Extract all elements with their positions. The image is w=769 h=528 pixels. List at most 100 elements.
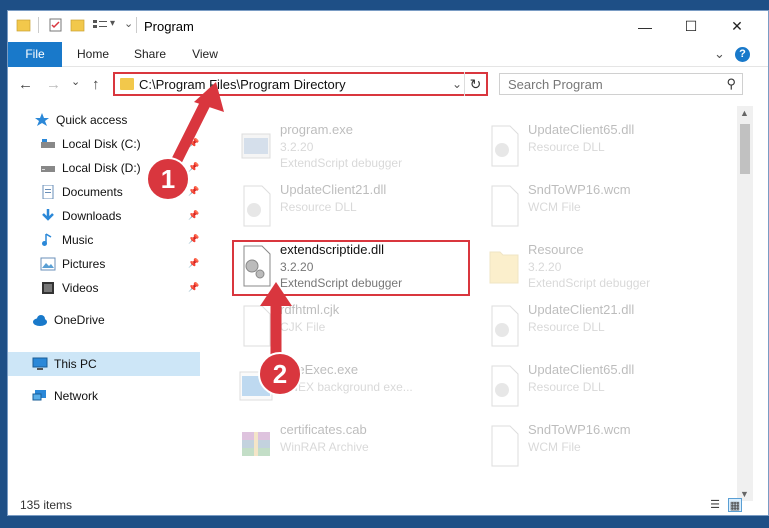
file-name: UpdateClient21.dll xyxy=(280,182,387,197)
music-icon xyxy=(42,233,52,246)
tiles-view-icon[interactable]: ▦ xyxy=(728,498,742,512)
sidebar-item-label: Music xyxy=(62,233,94,247)
pin-icon[interactable]: 📌 xyxy=(188,258,199,269)
dll-icon xyxy=(243,185,271,227)
file-name: UpdateClient65.dll xyxy=(528,362,635,377)
sidebar-item-quick-access[interactable]: Quick access xyxy=(34,108,127,132)
sidebar-item-this-pc[interactable]: This PC xyxy=(32,352,97,376)
sidebar-item-local-disk-c[interactable]: Local Disk (C:) xyxy=(40,132,141,156)
file-tile[interactable]: program.exe 3.2.20 ExtendScript debugger xyxy=(232,116,467,176)
step-badge-1: 1 xyxy=(146,157,190,201)
sidebar-item-pictures[interactable]: Pictures xyxy=(40,252,105,276)
file-description: WinRAR Archive xyxy=(280,440,369,454)
address-dropdown-icon[interactable]: ⌄ xyxy=(452,77,462,91)
cloud-icon xyxy=(33,315,47,326)
details-view-icon[interactable]: ☰ xyxy=(708,498,722,512)
dll-icon xyxy=(491,305,519,347)
properties-icon[interactable] xyxy=(48,18,64,32)
title-bar: ▾ ⌄ Program — ☐ ✕ xyxy=(8,11,768,42)
star-icon xyxy=(35,113,49,126)
file-description: ExtendScript debugger xyxy=(280,156,403,170)
sidebar-item-videos[interactable]: Videos xyxy=(40,276,98,300)
drive-icon xyxy=(41,166,55,172)
sidebar-item-label: Local Disk (C:) xyxy=(62,137,141,151)
file-description: WCM File xyxy=(528,440,581,454)
archive-icon xyxy=(242,432,270,456)
close-button[interactable]: ✕ xyxy=(714,11,760,42)
sidebar-item-label: Videos xyxy=(62,281,99,295)
sidebar-item-label: Network xyxy=(54,389,99,403)
new-folder-icon[interactable] xyxy=(70,18,86,32)
blank-file-icon xyxy=(491,185,519,227)
pin-icon[interactable]: 📌 xyxy=(188,186,199,197)
vertical-scrollbar[interactable]: ▲ ▼ xyxy=(737,106,753,501)
scrollbar-thumb[interactable] xyxy=(740,124,750,174)
back-button[interactable]: ← xyxy=(18,76,33,93)
pin-icon[interactable]: 📌 xyxy=(188,234,199,245)
file-tile[interactable]: UpdateClient65.dll Resource DLL xyxy=(480,116,715,176)
maximize-button[interactable]: ☐ xyxy=(668,11,714,42)
status-bar: 135 items ☰ ▦ xyxy=(8,495,768,515)
search-icon[interactable]: ⚲ xyxy=(726,76,736,92)
search-input[interactable] xyxy=(508,76,708,92)
sidebar-item-music[interactable]: Music xyxy=(40,228,93,252)
recent-locations-button[interactable]: ⌄ xyxy=(71,75,80,88)
sidebar-item-network[interactable]: Network xyxy=(32,384,98,408)
refresh-button[interactable]: ↻ xyxy=(464,72,486,96)
pin-icon[interactable]: 📌 xyxy=(188,282,199,293)
blank-file-icon xyxy=(491,425,519,467)
file-name: program.exe xyxy=(280,122,353,137)
file-name: SndToWP16.wcm xyxy=(528,182,631,197)
file-explorer-window: ▾ ⌄ Program — ☐ ✕ File Home Share View ⌄… xyxy=(7,10,769,516)
tab-view[interactable]: View xyxy=(180,42,230,67)
up-button[interactable]: ↑ xyxy=(92,76,100,93)
file-version: 3.2.20 xyxy=(528,260,562,274)
qa-dropdown-icon[interactable]: ▾ xyxy=(110,18,115,29)
qa-overflow-icon[interactable]: ⌄ xyxy=(124,17,133,30)
file-tile[interactable]: certificates.cab WinRAR Archive xyxy=(232,416,467,476)
folder-icon[interactable] xyxy=(16,18,32,32)
sidebar-item-label: Pictures xyxy=(62,257,106,271)
file-tile[interactable]: UpdateClient21.dll Resource DLL xyxy=(232,176,467,236)
file-description: Resource DLL xyxy=(280,200,357,214)
sidebar-item-documents[interactable]: Documents xyxy=(40,180,123,204)
file-tile[interactable]: SndToWP16.wcm WCM File xyxy=(480,416,715,476)
folder-icon xyxy=(120,78,134,90)
drive-icon xyxy=(41,139,55,148)
sidebar-item-label: Quick access xyxy=(56,113,128,127)
file-description: WCM File xyxy=(528,200,581,214)
divider xyxy=(38,17,39,33)
sidebar-item-label: Local Disk (D:) xyxy=(62,161,141,175)
tab-home[interactable]: Home xyxy=(66,42,120,67)
forward-button[interactable]: → xyxy=(46,76,61,93)
file-tile[interactable]: UpdateClient21.dll Resource DLL xyxy=(480,296,715,356)
search-box[interactable]: ⚲ xyxy=(499,73,743,95)
sidebar-item-local-disk-d[interactable]: Local Disk (D:) xyxy=(40,156,141,180)
file-tile[interactable]: UpdateClient65.dll Resource DLL xyxy=(480,356,715,416)
sidebar-item-label: OneDrive xyxy=(54,313,105,327)
dll-icon xyxy=(491,125,519,167)
file-tile[interactable]: SndToWP16.wcm WCM File xyxy=(480,176,715,236)
tab-file[interactable]: File xyxy=(8,42,62,67)
file-name: certificates.cab xyxy=(280,422,367,437)
customize-icon[interactable] xyxy=(92,18,108,32)
scroll-up-icon[interactable]: ▲ xyxy=(740,108,749,118)
file-name: SndToWP16.wcm xyxy=(528,422,631,437)
window-title: Program xyxy=(144,19,194,34)
minimize-button[interactable]: — xyxy=(622,11,668,42)
file-name: UpdateClient21.dll xyxy=(528,302,635,317)
file-tile[interactable]: Resource 3.2.20 ExtendScript debugger xyxy=(480,236,715,296)
file-version: 3.2.20 xyxy=(280,140,314,154)
sidebar-item-onedrive[interactable]: OneDrive xyxy=(32,308,105,332)
download-icon xyxy=(42,209,54,221)
computer-icon xyxy=(32,357,48,370)
sidebar-item-downloads[interactable]: Downloads xyxy=(40,204,121,228)
help-icon[interactable]: ? xyxy=(735,47,750,62)
step-badge-2: 2 xyxy=(258,352,302,396)
videos-icon xyxy=(42,282,54,294)
tab-share[interactable]: Share xyxy=(124,42,176,67)
pin-icon[interactable]: 📌 xyxy=(188,210,199,221)
expand-ribbon-icon[interactable]: ⌄ xyxy=(714,46,725,62)
file-name: Resource xyxy=(528,242,584,257)
ribbon-tabs: File Home Share View ⌄ ? xyxy=(8,42,768,67)
